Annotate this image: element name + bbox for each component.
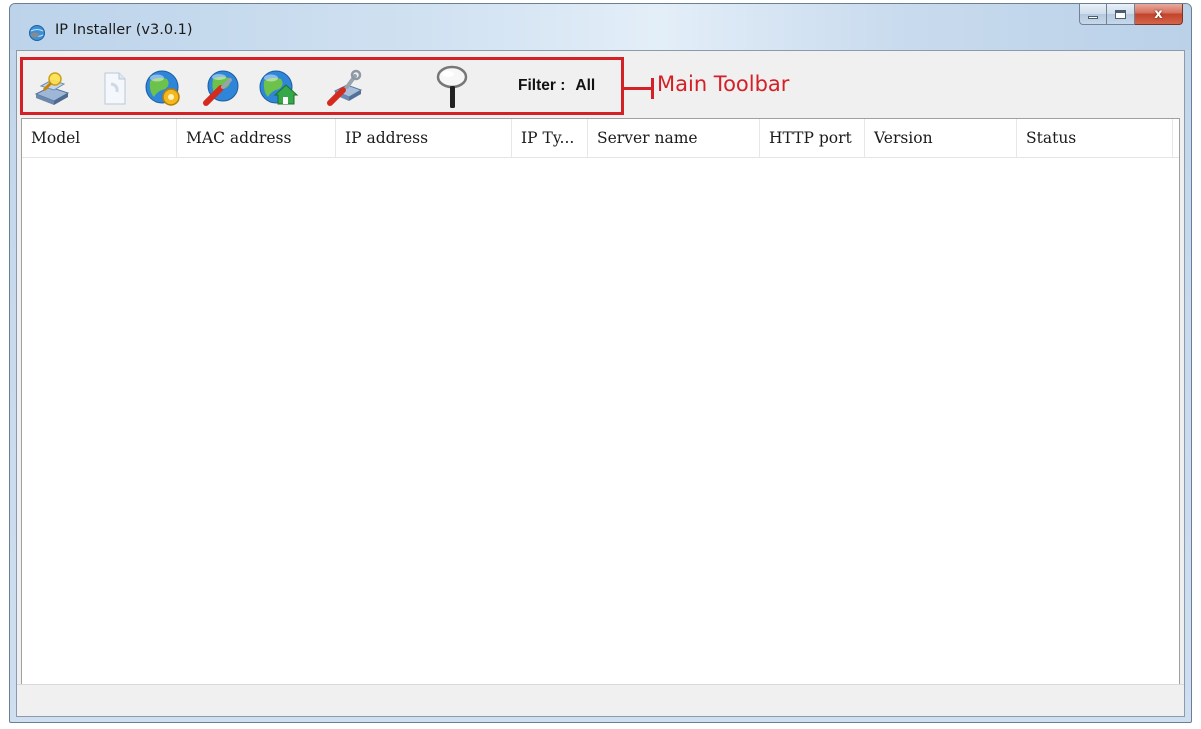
callout-tick	[651, 78, 654, 99]
window-title: IP Installer (v3.0.1)	[55, 22, 193, 38]
main-toolbar: Filter : All Main Toolbar	[17, 51, 1184, 118]
app-globe-icon	[29, 25, 45, 41]
column-header-server-name[interactable]: Server name	[588, 119, 760, 157]
maximize-icon	[1115, 9, 1126, 19]
close-icon: x	[1154, 6, 1163, 22]
device-list-body[interactable]	[22, 157, 1179, 684]
column-header-http-port[interactable]: HTTP port	[760, 119, 865, 157]
column-header-status[interactable]: Status	[1017, 119, 1173, 157]
callout-label: Main Toolbar	[657, 72, 790, 96]
column-header-ip-address[interactable]: IP address	[336, 119, 512, 157]
minimize-button[interactable]	[1079, 4, 1107, 25]
client-area: Filter : All Main Toolbar Model MAC addre…	[16, 50, 1185, 717]
minimize-icon	[1088, 15, 1098, 19]
list-header: Model MAC address IP address IP Ty... Se…	[22, 119, 1179, 158]
app-window: IP Installer (v3.0.1) x Filter: All Mai…	[9, 3, 1192, 723]
status-bar	[17, 684, 1184, 716]
title-bar[interactable]: IP Installer (v3.0.1) x	[10, 4, 1191, 50]
callout-line	[624, 87, 653, 90]
toolbar-highlight-box	[20, 57, 624, 115]
column-header-version[interactable]: Version	[865, 119, 1017, 157]
column-header-mac-address[interactable]: MAC address	[177, 119, 336, 157]
column-header-model[interactable]: Model	[22, 119, 177, 157]
maximize-button[interactable]	[1107, 4, 1135, 25]
window-controls: x	[1079, 4, 1183, 26]
close-button[interactable]: x	[1135, 4, 1183, 25]
column-header-ip-type[interactable]: IP Ty...	[512, 119, 588, 157]
device-list[interactable]: Model MAC address IP address IP Ty... Se…	[21, 118, 1180, 685]
